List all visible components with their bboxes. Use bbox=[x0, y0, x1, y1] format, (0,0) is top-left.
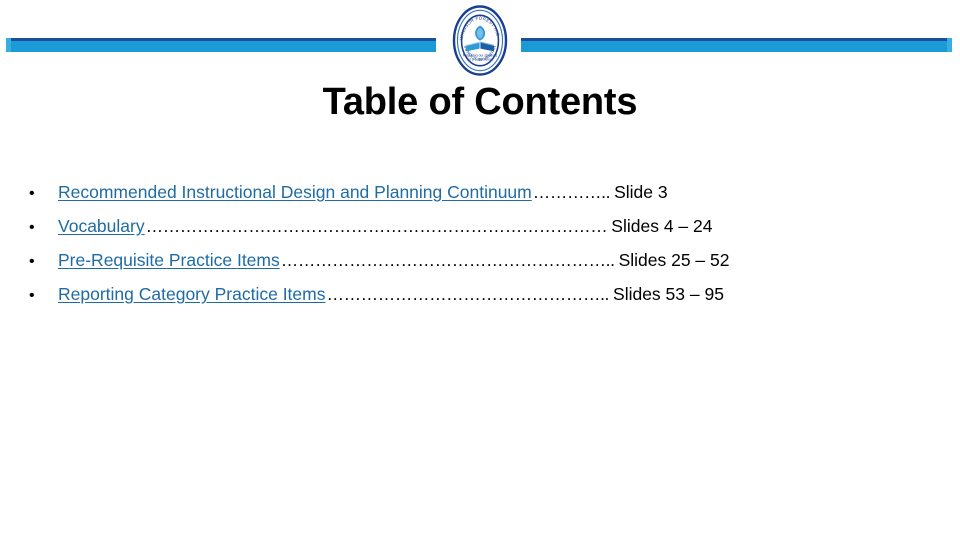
slide-range: Slides 4 – 24 bbox=[611, 216, 713, 236]
leader-dots: ………………………………………………….. bbox=[280, 250, 615, 270]
school-seal-logo: WINDSOR FOREST HIGH SCHOOL SAVANNAH Prep… bbox=[452, 5, 508, 76]
header-rule-left bbox=[6, 38, 436, 52]
slide-range: Slides 53 – 95 bbox=[613, 284, 724, 304]
list-item: • Pre-Requisite Practice Items ………………………… bbox=[24, 250, 936, 284]
toc-link-reporting-category-practice-items[interactable]: Reporting Category Practice Items bbox=[58, 284, 325, 305]
leader-dots: ………….. bbox=[532, 182, 611, 202]
slide-range: Slide 3 bbox=[614, 182, 668, 202]
toc-link-recommended-instructional-design[interactable]: Recommended Instructional Design and Pla… bbox=[58, 182, 532, 203]
list-item: • Reporting Category Practice Items …………… bbox=[24, 284, 936, 318]
header-rule-right bbox=[521, 38, 952, 52]
list-item: • Recommended Instructional Design and P… bbox=[24, 182, 936, 216]
list-item: • Vocabulary ………………………………………………………………………… bbox=[24, 216, 936, 250]
svg-text:for a better future: for a better future bbox=[467, 58, 493, 62]
slide-range: Slides 25 – 52 bbox=[618, 250, 730, 270]
slide-header-band: WINDSOR FOREST HIGH SCHOOL SAVANNAH Prep… bbox=[0, 0, 960, 80]
toc-link-pre-requisite-practice-items[interactable]: Pre-Requisite Practice Items bbox=[58, 250, 280, 271]
leader-dots: ……………………………………………………………………… bbox=[145, 216, 608, 236]
slide-canvas: WINDSOR FOREST HIGH SCHOOL SAVANNAH Prep… bbox=[0, 0, 960, 540]
header-rule-right-cap bbox=[947, 38, 952, 52]
bullet-icon: • bbox=[29, 185, 35, 202]
page-title: Table of Contents bbox=[322, 81, 638, 123]
bullet-icon: • bbox=[29, 219, 35, 236]
bullet-icon: • bbox=[29, 253, 35, 270]
header-rule-left-cap bbox=[6, 38, 11, 52]
toc-link-vocabulary[interactable]: Vocabulary bbox=[58, 216, 145, 237]
bullet-icon: • bbox=[29, 287, 35, 304]
table-of-contents-list: • Recommended Instructional Design and P… bbox=[24, 182, 936, 318]
leader-dots: ………………………………………….. bbox=[326, 284, 610, 304]
